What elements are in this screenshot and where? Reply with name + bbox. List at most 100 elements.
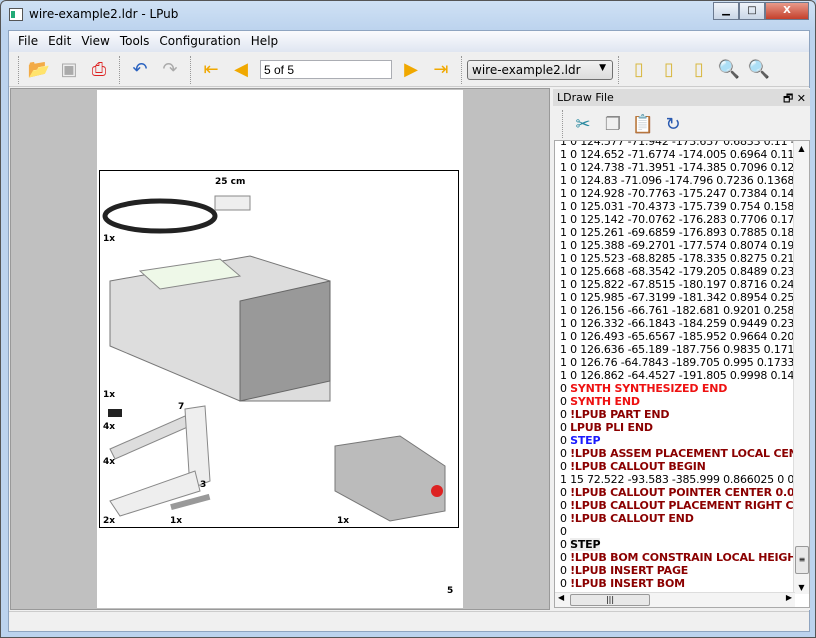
copy-icon[interactable]: ❐ (600, 111, 626, 137)
model-select[interactable]: wire-example2.ldr ▼ (467, 59, 613, 80)
fit-visible-icon[interactable]: ▯ (656, 57, 682, 83)
first-page-icon[interactable]: ⇤ (198, 57, 224, 83)
code-line: 1 0 126.636 -65.189 -187.756 0.9835 0.17… (560, 343, 795, 356)
parts-list-frame: 25 cm 1x 1x 4x 7 4x 3 2x 1x 1x (99, 170, 459, 528)
chevron-down-icon: ▼ (599, 62, 606, 73)
redo-refresh-icon[interactable]: ↻ (660, 111, 686, 137)
code-line: 1 0 125.388 -69.2701 -177.574 0.8074 0.1… (560, 239, 795, 252)
horizontal-scrollbar[interactable]: ◀ ||| ▶ (555, 592, 795, 607)
vertical-scrollbar[interactable]: ▲ ≡ ▼ (793, 141, 809, 594)
line-prefix: 0 (560, 421, 567, 434)
actual-size-icon[interactable]: ▯ (686, 57, 712, 83)
window-title: wire-example2.ldr - LPub (29, 7, 179, 21)
line-prefix: 0 (560, 460, 567, 473)
line-text: !LPUB INSERT BOM (570, 577, 685, 590)
cut-icon[interactable]: ✂ (570, 111, 596, 137)
line-text: !LPUB CALLOUT END (570, 512, 694, 525)
scroll-up-icon[interactable]: ▲ (794, 144, 809, 153)
line-text: 1 0 124.652 -71.6774 -174.005 0.6964 0.1… (560, 148, 795, 161)
line-prefix: 0 (560, 538, 567, 551)
menu-edit[interactable]: Edit (45, 31, 78, 52)
menu-help[interactable]: Help (248, 31, 285, 52)
instruction-page: 25 cm 1x 1x 4x 7 4x 3 2x 1x 1x 5 (97, 90, 463, 608)
line-prefix: 0 (560, 564, 567, 577)
fit-width-icon[interactable]: ▯ (626, 57, 652, 83)
code-line: 0 STEP (560, 434, 795, 447)
line-text: 1 0 126.636 -65.189 -187.756 0.9835 0.17… (560, 343, 795, 356)
last-page-icon[interactable]: ⇥ (428, 57, 454, 83)
line-text: SYNTH SYNTHESIZED END (570, 382, 728, 395)
minimize-button[interactable]: ▁ (713, 2, 739, 20)
code-line: 0 !LPUB INSERT BOM (560, 577, 795, 590)
main-toolbar: 📂 ▣ ⎙ ↶ ↷ ⇤ ◀ ▶ ⇥ wire-example2.ldr ▼ ▯ ▯… (9, 53, 809, 87)
code-line: 1 0 126.76 -64.7843 -189.705 0.995 0.173… (560, 356, 795, 369)
line-prefix: 0 (560, 382, 567, 395)
line-text: STEP (570, 538, 601, 551)
page-number-input[interactable] (260, 60, 392, 79)
next-page-icon[interactable]: ▶ (398, 57, 424, 83)
beam-part (109, 415, 191, 460)
line-prefix: 0 (560, 434, 567, 447)
code-line: 0 SYNTH END (560, 395, 795, 408)
code-line: 1 0 124.83 -71.096 -174.796 0.7236 0.136… (560, 174, 795, 187)
dock-title: LDraw File (557, 91, 614, 104)
quantity-label: 4x (103, 457, 116, 467)
code-line: 1 0 126.332 -66.1843 -184.259 0.9449 0.2… (560, 317, 795, 330)
line-text: !LPUB BOM CONSTRAIN LOCAL HEIGHT 9. (570, 551, 795, 564)
wire-part (102, 198, 218, 234)
scroll-down-icon[interactable]: ▼ (794, 583, 809, 592)
code-line: 1 0 124.577 -71.942 -173.637 0.6833 0.11… (560, 141, 795, 148)
quantity-label: 4x (103, 422, 116, 432)
code-line: 0 !LPUB ASSEM PLACEMENT LOCAL CENTER (560, 447, 795, 460)
page-number: 5 (447, 586, 454, 596)
scroll-right-icon[interactable]: ▶ (786, 593, 792, 602)
vertical-scroll-thumb[interactable]: ≡ (795, 546, 809, 574)
menu-view[interactable]: View (78, 31, 116, 52)
code-line: 0 !LPUB PART END (560, 408, 795, 421)
code-line: 0 !LPUB INSERT PAGE (560, 564, 795, 577)
zoom-out-icon[interactable]: 🔍 (746, 57, 772, 83)
horizontal-scroll-thumb[interactable]: ||| (570, 594, 650, 606)
line-text: 1 0 125.261 -69.6859 -176.893 0.7885 0.1… (560, 226, 795, 239)
menu-file[interactable]: File (15, 31, 45, 52)
menu-configuration[interactable]: Configuration (156, 31, 247, 52)
line-text: SYNTH END (570, 395, 640, 408)
scroll-left-icon[interactable]: ◀ (558, 593, 564, 602)
previous-page-icon[interactable]: ◀ (228, 57, 254, 83)
line-text: 1 0 125.822 -67.8515 -180.197 0.8716 0.2… (560, 278, 795, 291)
close-button[interactable]: X (765, 2, 809, 20)
paste-icon[interactable]: 📋 (630, 111, 656, 137)
page-view[interactable]: 25 cm 1x 1x 4x 7 4x 3 2x 1x 1x 5 (10, 88, 550, 610)
close-dock-icon[interactable]: ✕ (797, 92, 806, 105)
parts-illustration (102, 195, 446, 522)
undo-icon[interactable]: ↶ (127, 57, 153, 83)
ldraw-text-editor[interactable]: 1 0 124.577 -71.942 -173.637 0.6833 0.11… (554, 140, 810, 608)
ldraw-file-dock: LDraw File 🗗 ✕ ✂ ❐ 📋 ↻ 1 0 124.577 -71.9… (553, 88, 810, 610)
save-icon[interactable]: ▣ (56, 57, 82, 83)
quantity-label: 1x (103, 390, 116, 400)
code-line: 0 !LPUB BOM CONSTRAIN LOCAL HEIGHT 9. (560, 551, 795, 564)
code-line: 1 0 124.652 -71.6774 -174.005 0.6964 0.1… (560, 148, 795, 161)
zoom-in-icon[interactable]: 🔍 (716, 57, 742, 83)
open-folder-icon[interactable]: 📂 (26, 57, 52, 83)
float-icon[interactable]: 🗗 (783, 92, 793, 105)
code-line: 1 0 125.822 -67.8515 -180.197 0.8716 0.2… (560, 278, 795, 291)
line-text: 1 0 125.985 -67.3199 -181.342 0.8954 0.2… (560, 291, 795, 304)
quantity-label: 1x (170, 516, 183, 526)
motor-part (334, 435, 446, 522)
line-text: 1 0 125.523 -68.8285 -178.335 0.8275 0.2… (560, 252, 795, 265)
pdf-export-icon[interactable]: ⎙ (86, 57, 112, 83)
maximize-button[interactable]: □ (739, 2, 765, 20)
line-text: !LPUB CALLOUT POINTER CENTER 0.000 0 (570, 486, 795, 499)
status-bar (9, 611, 809, 631)
redo-icon[interactable]: ↷ (157, 57, 183, 83)
line-prefix: 0 (560, 447, 567, 460)
code-line: 1 0 125.985 -67.3199 -181.342 0.8954 0.2… (560, 291, 795, 304)
line-text: 1 0 125.142 -70.0762 -176.283 0.7706 0.1… (560, 213, 795, 226)
menu-tools[interactable]: Tools (117, 31, 157, 52)
app-icon (9, 8, 23, 21)
line-prefix: 0 (560, 408, 567, 421)
line-text: !LPUB PART END (570, 408, 670, 421)
code-line: 1 0 125.668 -68.3542 -179.205 0.8489 0.2… (560, 265, 795, 278)
wire-length-label: 25 cm (215, 177, 246, 187)
